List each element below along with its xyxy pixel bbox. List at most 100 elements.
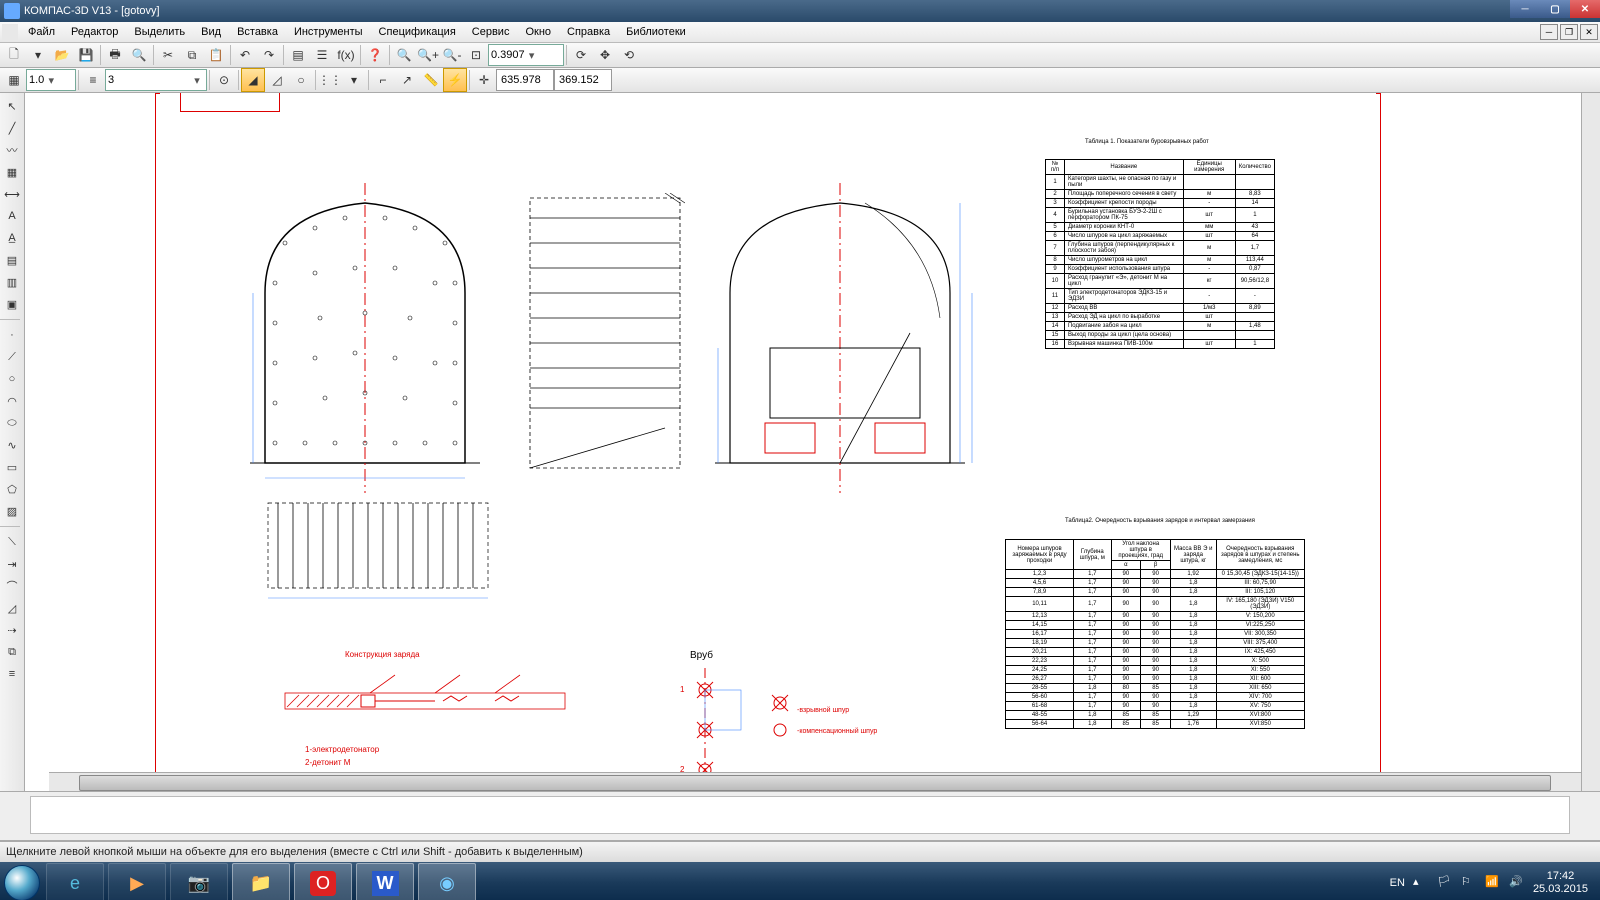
grid-dots2-icon[interactable]: ▾ — [342, 68, 366, 92]
arc-tool-icon[interactable]: ◠ — [0, 390, 24, 412]
fx-icon[interactable]: f(x) — [334, 43, 358, 67]
trim-tool-icon[interactable]: ⟍ — [0, 531, 24, 553]
equid-tool-icon[interactable]: ≡ — [0, 663, 24, 685]
start-button[interactable] — [0, 862, 44, 900]
polygon-tool-icon[interactable]: ⬠ — [0, 478, 24, 500]
pan-icon[interactable]: ✥ — [593, 43, 617, 67]
tray-clock[interactable]: 17:42 25.03.2015 — [1533, 870, 1588, 896]
open-icon[interactable]: 📂 — [50, 43, 74, 67]
chain-tool-icon[interactable]: ⧉ — [0, 641, 24, 663]
new-doc-icon[interactable]: 🗋 — [2, 43, 26, 67]
task-opera[interactable]: O — [294, 863, 352, 900]
window-close[interactable]: ✕ — [1570, 0, 1600, 18]
copy-icon[interactable]: ⧉ — [180, 43, 204, 67]
round-icon[interactable]: ○ — [289, 68, 313, 92]
bezier-tool-icon[interactable]: ∿ — [0, 434, 24, 456]
menu-tools[interactable]: Инструменты — [286, 24, 371, 40]
cursor-xy-icon[interactable]: ✛ — [472, 68, 496, 92]
layers-icon[interactable]: ≡ — [81, 68, 105, 92]
task-kompas[interactable]: ◉ — [418, 863, 476, 900]
menu-editor[interactable]: Редактор — [63, 24, 126, 40]
menu-window[interactable]: Окно — [517, 24, 559, 40]
redo-icon[interactable]: ↷ — [257, 43, 281, 67]
task-camera[interactable]: 📷 — [170, 863, 228, 900]
menu-help[interactable]: Справка — [559, 24, 618, 40]
line-weight-combo[interactable]: 1.0 ▾ — [26, 69, 76, 91]
zoom-in-icon[interactable]: 🔍+ — [416, 43, 440, 67]
zoom-fit-icon[interactable]: ⊡ — [464, 43, 488, 67]
task-ie[interactable]: e — [46, 863, 104, 900]
refresh-icon[interactable]: ⟳ — [569, 43, 593, 67]
fillet-tool-icon[interactable]: ⌒ — [0, 575, 24, 597]
ellipse-tool-icon[interactable]: ⬭ — [0, 412, 24, 434]
print-icon[interactable]: 🖶 — [103, 43, 127, 67]
task-word[interactable]: W — [356, 863, 414, 900]
save-icon[interactable]: 💾 — [74, 43, 98, 67]
tray-action-icon[interactable]: ⚐ — [1461, 875, 1477, 891]
rect-tool-icon[interactable]: ▭ — [0, 456, 24, 478]
menu-service[interactable]: Сервис — [464, 24, 518, 40]
coord-y-readout[interactable]: 369.152 — [554, 69, 612, 91]
vscrollbar[interactable] — [1581, 93, 1600, 791]
window-minimize[interactable]: ─ — [1510, 0, 1540, 18]
vars-icon[interactable]: ☰ — [310, 43, 334, 67]
spline-tool-icon[interactable]: 〰 — [0, 139, 24, 161]
param-icon[interactable]: ⚡ — [443, 68, 467, 92]
snap-icon[interactable]: ⊙ — [212, 68, 236, 92]
task-explorer[interactable]: 📁 — [232, 863, 290, 900]
tray-volume-icon[interactable]: 🔊 — [1509, 875, 1525, 891]
task-wmp[interactable]: ▶ — [108, 863, 166, 900]
chamfer-tool-icon[interactable]: ◿ — [0, 597, 24, 619]
select-tool-icon[interactable]: ↖ — [0, 95, 24, 117]
menu-libs[interactable]: Библиотеки — [618, 24, 694, 40]
paste-icon[interactable]: 📋 — [204, 43, 228, 67]
tray-lang[interactable]: EN — [1390, 877, 1405, 889]
props-icon[interactable]: ▤ — [286, 43, 310, 67]
zoom-out-icon[interactable]: 🔍- — [440, 43, 464, 67]
hatch-tool-icon[interactable]: ▨ — [0, 500, 24, 522]
grid-icon[interactable]: ▦ — [2, 68, 26, 92]
doc-restore[interactable]: ❐ — [1560, 24, 1578, 40]
grid-tool-icon[interactable]: ▦ — [0, 161, 24, 183]
measure-icon[interactable]: 📏 — [419, 68, 443, 92]
text2-tool-icon[interactable]: A̲ — [0, 227, 24, 249]
rebuild-icon[interactable]: ⟲ — [617, 43, 641, 67]
tray-flag-icon[interactable]: 🏳 — [1437, 875, 1453, 891]
circle-tool-icon[interactable]: ○ — [0, 368, 24, 390]
preview-icon[interactable]: 🔍 — [127, 43, 151, 67]
help-icon[interactable]: ❓ — [363, 43, 387, 67]
edit-tool-icon[interactable]: ▥ — [0, 271, 24, 293]
coord-x-readout[interactable]: 635.978 — [496, 69, 554, 91]
tray-network-icon[interactable]: 📶 — [1485, 875, 1501, 891]
hscrollbar[interactable] — [49, 772, 1581, 791]
menu-view[interactable]: Вид — [193, 24, 229, 40]
layer-combo[interactable]: 3 ▾ — [105, 69, 207, 91]
new-dropdown-icon[interactable]: ▾ — [26, 43, 50, 67]
doc-app-icon[interactable] — [2, 24, 18, 40]
dim-tool-icon[interactable]: ⟷ — [0, 183, 24, 205]
extend-tool-icon[interactable]: ⇥ — [0, 553, 24, 575]
drawing-canvas[interactable]: Конструкция заряда 1-электродетонатор 2-… — [25, 93, 1581, 791]
property-panel[interactable] — [0, 791, 1600, 841]
menu-insert[interactable]: Вставка — [229, 24, 286, 40]
param2-tool-icon[interactable]: ▣ — [0, 293, 24, 315]
local-cs-icon[interactable]: ⌐ — [371, 68, 395, 92]
cut-icon[interactable]: ✂ — [156, 43, 180, 67]
undo-icon[interactable]: ↶ — [233, 43, 257, 67]
menu-spec[interactable]: Спецификация — [371, 24, 464, 40]
tray-up-icon[interactable]: ▴ — [1413, 875, 1429, 891]
doc-close[interactable]: ✕ — [1580, 24, 1598, 40]
offset2-tool-icon[interactable]: ⇢ — [0, 619, 24, 641]
table-tool-icon[interactable]: ▤ — [0, 249, 24, 271]
doc-minimize[interactable]: ─ — [1540, 24, 1558, 40]
zoom-combo[interactable]: 0.3907 ▾ — [488, 44, 564, 66]
zoom-window-icon[interactable]: 🔍 — [392, 43, 416, 67]
text-tool-icon[interactable]: A — [0, 205, 24, 227]
angle-snap-icon[interactable]: ◿ — [265, 68, 289, 92]
ortho-icon[interactable]: ◢ — [241, 68, 265, 92]
menu-file[interactable]: Файл — [20, 24, 63, 40]
window-maximize[interactable]: ▢ — [1540, 0, 1570, 18]
point-tool-icon[interactable]: · — [0, 324, 24, 346]
line-tool-icon[interactable]: ╱ — [0, 117, 24, 139]
offset-icon[interactable]: ↗ — [395, 68, 419, 92]
